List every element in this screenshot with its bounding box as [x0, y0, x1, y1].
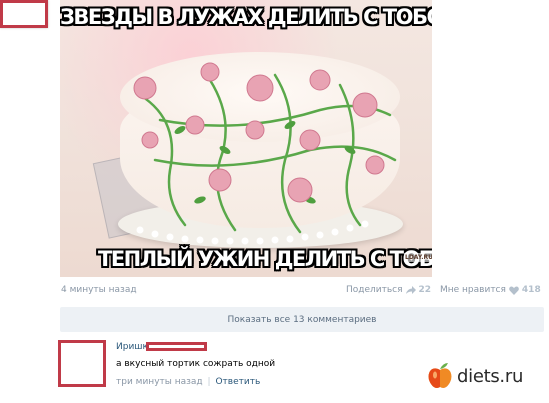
show-comments-label: Показать все 13 комментариев: [227, 314, 377, 325]
comment-text: а вкусный тортик сожрать одной: [116, 359, 276, 369]
comment-meta-separator: |: [207, 377, 211, 387]
reply-link[interactable]: Ответить: [215, 377, 260, 387]
post-timestamp[interactable]: 4 минуты назад: [61, 285, 137, 295]
share-count: 22: [418, 285, 432, 295]
cake-decoration: [133, 62, 397, 245]
like-count: 418: [521, 285, 541, 295]
meme-caption-top: ЗВЕЗДЫ В ЛУЖАХ ДЕЛИТЬ С ТОБОЙ: [60, 5, 432, 29]
image-brand-mark: LDAY.RU: [404, 253, 432, 262]
diets-watermark-text: diets.ru: [457, 365, 524, 387]
post-image[interactable]: ЗВЕЗДЫ В ЛУЖАХ ДЕЛИТЬ С ТОБОЙ ТЕПЛЫЙ УЖИ…: [60, 0, 432, 277]
share-label: Поделиться: [346, 285, 403, 295]
top-avatar-redacted[interactable]: [0, 0, 48, 28]
share-icon: [405, 286, 416, 294]
share-button[interactable]: Поделиться 22: [346, 285, 431, 295]
meme-caption-bottom: ТЕПЛЫЙ УЖИН ДЕЛИТЬ С ТОБОЙ: [98, 247, 432, 271]
diets-watermark: diets.ru: [427, 362, 523, 390]
comment-time[interactable]: три минуты назад: [116, 377, 203, 387]
heart-icon: [509, 285, 519, 295]
like-button[interactable]: Мне нравится 418: [440, 285, 541, 295]
comment-avatar-redacted[interactable]: [58, 340, 106, 387]
comment-meta: три минуты назад | Ответить: [116, 377, 260, 387]
like-label: Мне нравится: [440, 285, 506, 295]
author-surname-redaction: [146, 342, 207, 351]
show-all-comments-button[interactable]: Показать все 13 комментариев: [60, 307, 544, 332]
apple-icon: [428, 363, 452, 388]
